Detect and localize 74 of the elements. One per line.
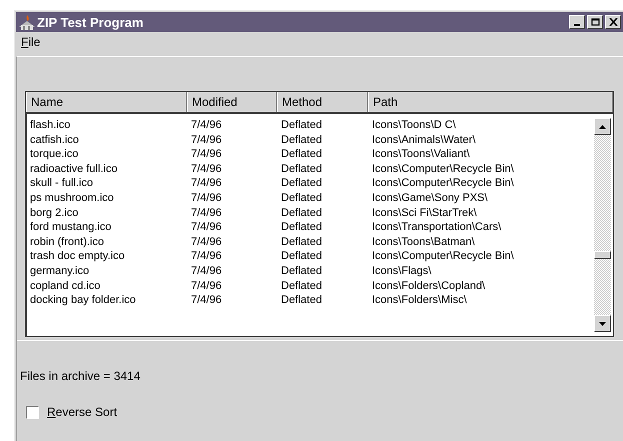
- table-cell-text: Icons\Computer\Recycle Bin\: [372, 162, 515, 176]
- table-cell-text: Deflated: [281, 132, 323, 148]
- scroll-thumb[interactable]: [594, 251, 611, 259]
- maximize-icon: [590, 18, 600, 26]
- table-cell-text: radioactive full.ico: [30, 162, 118, 176]
- table-cell-text: Icons\Computer\Recycle Bin\: [372, 249, 515, 264]
- table-cell-text: Icons\Transportation\Cars\: [372, 220, 502, 235]
- table-cell-text: 7/4/96: [191, 264, 223, 279]
- table-cell-text: Icons\Computer\Recycle Bin\: [372, 176, 515, 191]
- column-header[interactable]: Path: [368, 92, 613, 112]
- table-cell-text: Icons\Animals\Water\: [372, 132, 477, 148]
- table-cell-text: 7/4/96: [191, 118, 223, 133]
- table-cell-text: Deflated: [281, 162, 323, 176]
- scroll-up-button[interactable]: [594, 118, 611, 135]
- table-cell-text: Icons\Toons\D C\: [372, 118, 457, 133]
- column-header[interactable]: Name: [26, 92, 187, 112]
- table-cell-text: catfish.ico: [30, 132, 80, 148]
- table-cell-text: 7/4/96: [191, 147, 223, 162]
- file-count-text: Files in archive = 3414: [20, 369, 142, 383]
- table-cell-text: torque.ico: [30, 147, 80, 162]
- close-icon: [608, 18, 618, 26]
- column-header[interactable]: Method: [277, 92, 368, 112]
- table-cell-text: 7/4/96: [191, 162, 223, 176]
- table-cell-text: borg 2.ico: [30, 206, 80, 220]
- table-cell-text: docking bay folder.ico: [30, 293, 137, 308]
- table-cell-text: trash doc empty.ico: [30, 249, 126, 264]
- up-arrow-icon: [599, 124, 606, 128]
- building-icon: [18, 13, 36, 31]
- table-cell-text: Deflated: [281, 264, 323, 279]
- table-cell-text: germany.ico: [30, 264, 90, 279]
- table-cell-text: 7/4/96: [191, 234, 223, 250]
- table-cell-text: Icons\Game\Sony PXS\: [372, 190, 489, 206]
- scroll-down-button[interactable]: [594, 315, 611, 332]
- table-cell-text: copland cd.ico: [30, 278, 102, 294]
- file-list[interactable]: [25, 91, 614, 337]
- table-cell-text: 7/4/96: [191, 176, 223, 191]
- table-cell-text: 7/4/96: [191, 278, 223, 294]
- column-header[interactable]: Modified: [187, 92, 277, 112]
- close-button[interactable]: [605, 15, 621, 29]
- reverse-sort-checkbox[interactable]: [26, 406, 39, 418]
- table-cell-text: robin (front).ico: [30, 234, 105, 250]
- table-cell-text: Deflated: [281, 249, 323, 264]
- table-cell-text: Icons\Flags\: [372, 264, 432, 279]
- table-cell-text: 7/4/96: [191, 249, 223, 264]
- menu-item[interactable]: File: [21, 35, 40, 49]
- table-cell-text: Deflated: [281, 176, 323, 191]
- scrollbar[interactable]: [594, 118, 611, 332]
- table-cell-text: Icons\Folders\Misc\: [372, 293, 468, 308]
- table-cell-text: Deflated: [281, 206, 323, 220]
- table-cell-text: ford mustang.ico: [30, 220, 112, 235]
- down-arrow-icon: [599, 322, 606, 326]
- table-cell-text: Deflated: [281, 278, 323, 294]
- table-cell-text: 7/4/96: [191, 132, 223, 148]
- table-cell-text: ps mushroom.ico: [30, 190, 115, 206]
- table-cell-text: 7/4/96: [191, 293, 223, 308]
- table-cell-text: Icons\Toons\Batman\: [372, 234, 476, 250]
- table-cell-text: Deflated: [281, 234, 323, 250]
- table-cell-text: 7/4/96: [191, 220, 223, 235]
- maximize-button[interactable]: [587, 15, 603, 29]
- window-title: ZIP Test Program: [37, 14, 144, 30]
- table-cell-text: Deflated: [281, 293, 323, 308]
- table-cell-text: Icons\Folders\Copland\: [372, 278, 486, 294]
- table-cell-text: Deflated: [281, 147, 323, 162]
- table-cell-text: Icons\Toons\Valiant\: [372, 147, 471, 162]
- table-cell-text: skull - full.ico: [30, 176, 94, 191]
- table-cell-text: 7/4/96: [191, 206, 223, 220]
- table-cell-text: Deflated: [281, 118, 323, 133]
- table-cell-text: flash.ico: [30, 118, 72, 133]
- checkbox-label[interactable]: Reverse Sort: [47, 405, 118, 419]
- table-cell-text: Icons\Sci Fi\StarTrek\: [372, 206, 478, 220]
- minimize-button[interactable]: [569, 15, 585, 29]
- table-cell-text: Deflated: [281, 220, 323, 235]
- table-cell-text: 7/4/96: [191, 190, 223, 206]
- table-cell-text: Deflated: [281, 190, 323, 206]
